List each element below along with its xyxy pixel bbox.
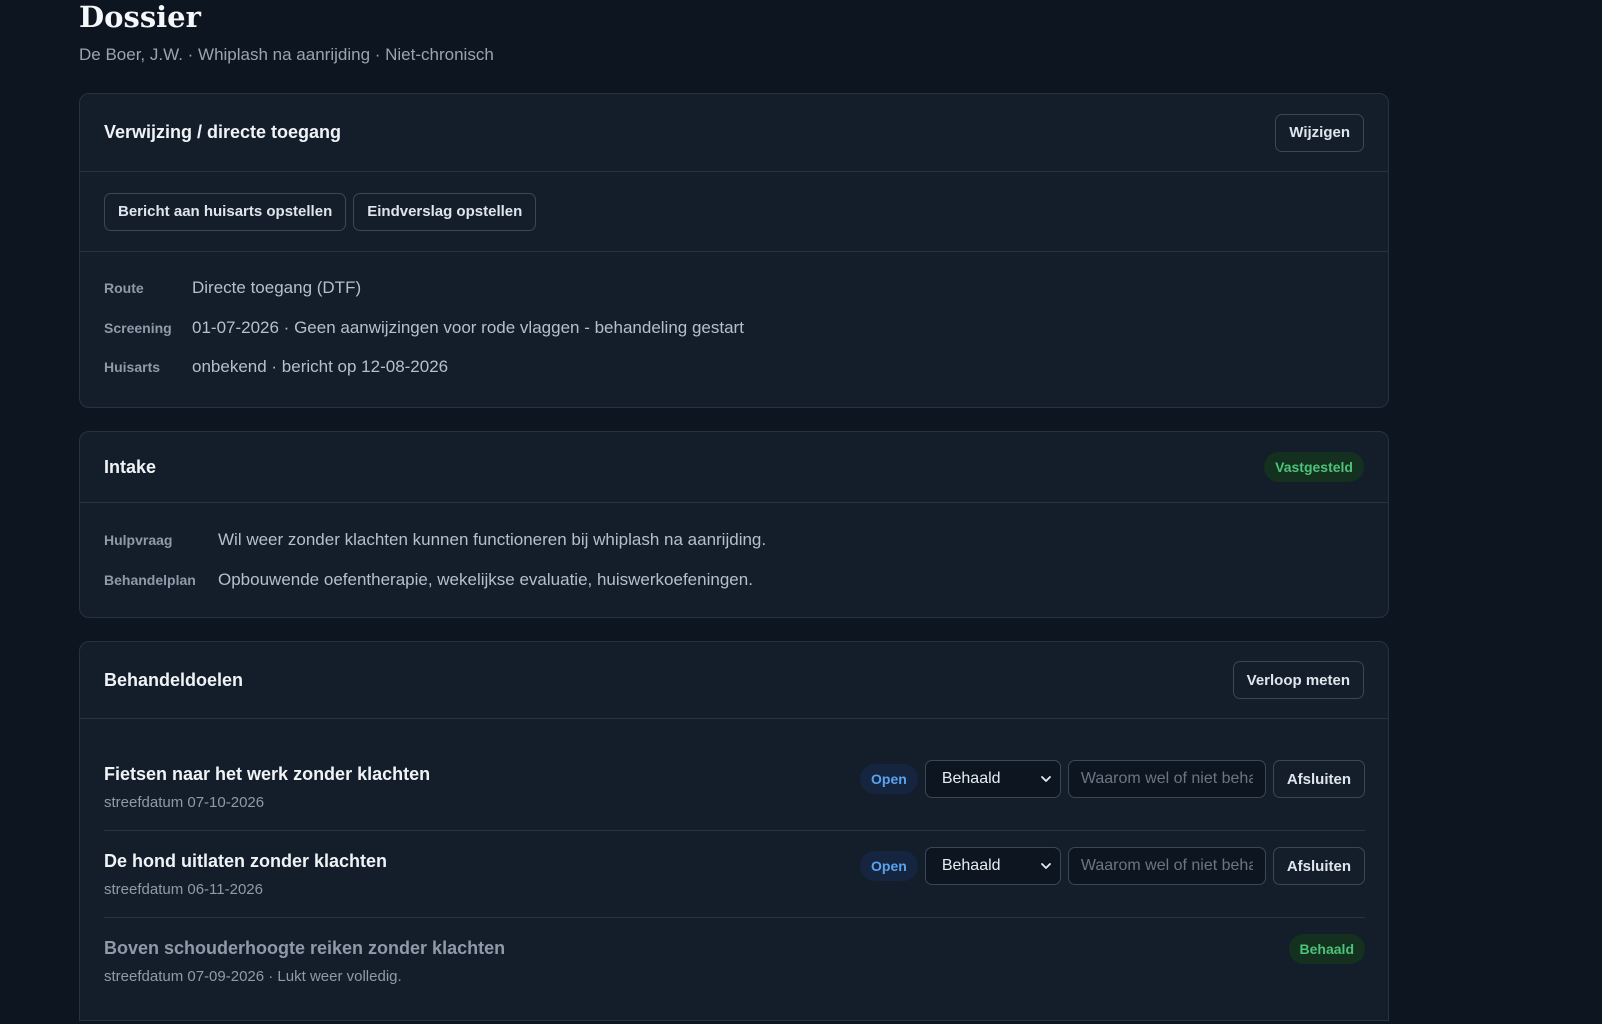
goal-status-badge: Behaald [1288, 934, 1365, 964]
gp-message-button[interactable]: Bericht aan huisarts opstellen [104, 192, 347, 231]
intake-card-title: Intake [104, 456, 157, 477]
referral-row-route: Route Directe toegang (DTF) [104, 278, 1364, 318]
referral-row-screening: Screening 01-07-2026 · Geen aanwijzingen… [104, 318, 1364, 357]
goal-outcome-value: Behaald [941, 857, 1001, 874]
intake-status-badge: Vastgesteld [1264, 452, 1364, 482]
page-title: Dossier [79, 0, 201, 34]
goal-reason-input[interactable] [1067, 760, 1266, 798]
page-subtitle: De Boer, J.W. · Whiplash na aanrijding ·… [79, 45, 494, 64]
referral-card-title: Verwijzing / directe toegang [104, 122, 342, 142]
measure-progress-button[interactable]: Verloop meten [1232, 661, 1364, 699]
goal-target-date: streefdatum 07-09-2026 · Lukt weer volle… [104, 968, 402, 985]
referral-details: Route Directe toegang (DTF) Screening 01… [80, 252, 1388, 396]
intake-value: Opbouwende oefentherapie, wekelijkse eva… [218, 570, 753, 589]
goals-card: Behandeldoelen Verloop meten Fietsen naa… [79, 641, 1389, 1021]
goal-divider [104, 917, 1365, 918]
referral-value: onbekend · bericht op 12-08-2026 [192, 357, 449, 376]
goal-outcome-value: Behaald [941, 770, 1001, 787]
goal-controls: Open Behaald Afsluiten [860, 760, 1365, 798]
referral-key: Route [104, 280, 144, 296]
goal-status-badge: Open [860, 851, 918, 881]
goal-reason-input[interactable] [1067, 847, 1266, 885]
referral-value: 01-07-2026 · Geen aanwijzingen voor rode… [192, 318, 744, 337]
referral-card: Verwijzing / directe toegang Wijzigen Be… [79, 93, 1389, 408]
goals-card-title: Behandeldoelen [104, 669, 244, 690]
referral-key: Huisarts [104, 359, 161, 375]
goal-item: Boven schouderhoogte reiken zonder klach… [104, 934, 1365, 994]
goal-controls: Open Behaald Afsluiten [860, 847, 1365, 885]
goal-divider [104, 830, 1365, 831]
referral-card-header: Verwijzing / directe toegang Wijzigen [80, 94, 1388, 172]
close-goal-button[interactable]: Afsluiten [1272, 847, 1365, 885]
referral-row-gp: Huisarts onbekend · bericht op 12-08-202… [104, 357, 1364, 396]
goal-controls: Behaald [1288, 934, 1365, 964]
goal-status-badge: Open [860, 764, 918, 794]
close-goal-button[interactable]: Afsluiten [1272, 760, 1365, 798]
final-report-button[interactable]: Eindverslag opstellen [353, 192, 537, 231]
intake-value: Wil weer zonder klachten kunnen function… [218, 530, 767, 549]
intake-details: Hulpvraag Wil weer zonder klachten kunne… [80, 503, 1388, 610]
goal-outcome-select[interactable]: Behaald [924, 847, 1061, 885]
referral-value: Directe toegang (DTF) [192, 278, 362, 297]
intake-card: Intake Vastgesteld Hulpvraag Wil weer zo… [79, 431, 1389, 618]
intake-key: Hulpvraag [104, 532, 173, 548]
goal-outcome-select[interactable]: Behaald [924, 760, 1061, 798]
goal-title: Boven schouderhoogte reiken zonder klach… [104, 938, 506, 958]
dossier-page: Dossier De Boer, J.W. · Whiplash na aanr… [79, 0, 1391, 1021]
goals-card-header: Behandeldoelen Verloop meten [80, 642, 1388, 719]
chevron-down-icon [1040, 776, 1051, 782]
intake-card-header: Intake Vastgesteld [80, 432, 1388, 503]
goal-item: Fietsen naar het werk zonder klachten st… [104, 760, 1365, 820]
referral-key: Screening [104, 320, 172, 336]
goal-item: De hond uitlaten zonder klachten streefd… [104, 847, 1365, 907]
referral-actions: Bericht aan huisarts opstellen Eindversl… [80, 172, 1388, 252]
intake-row-request: Hulpvraag Wil weer zonder klachten kunne… [104, 530, 1364, 570]
intake-key: Behandelplan [104, 572, 196, 588]
edit-referral-button[interactable]: Wijzigen [1275, 113, 1364, 152]
chevron-down-icon [1040, 863, 1051, 869]
intake-row-plan: Behandelplan Opbouwende oefentherapie, w… [104, 570, 1364, 610]
